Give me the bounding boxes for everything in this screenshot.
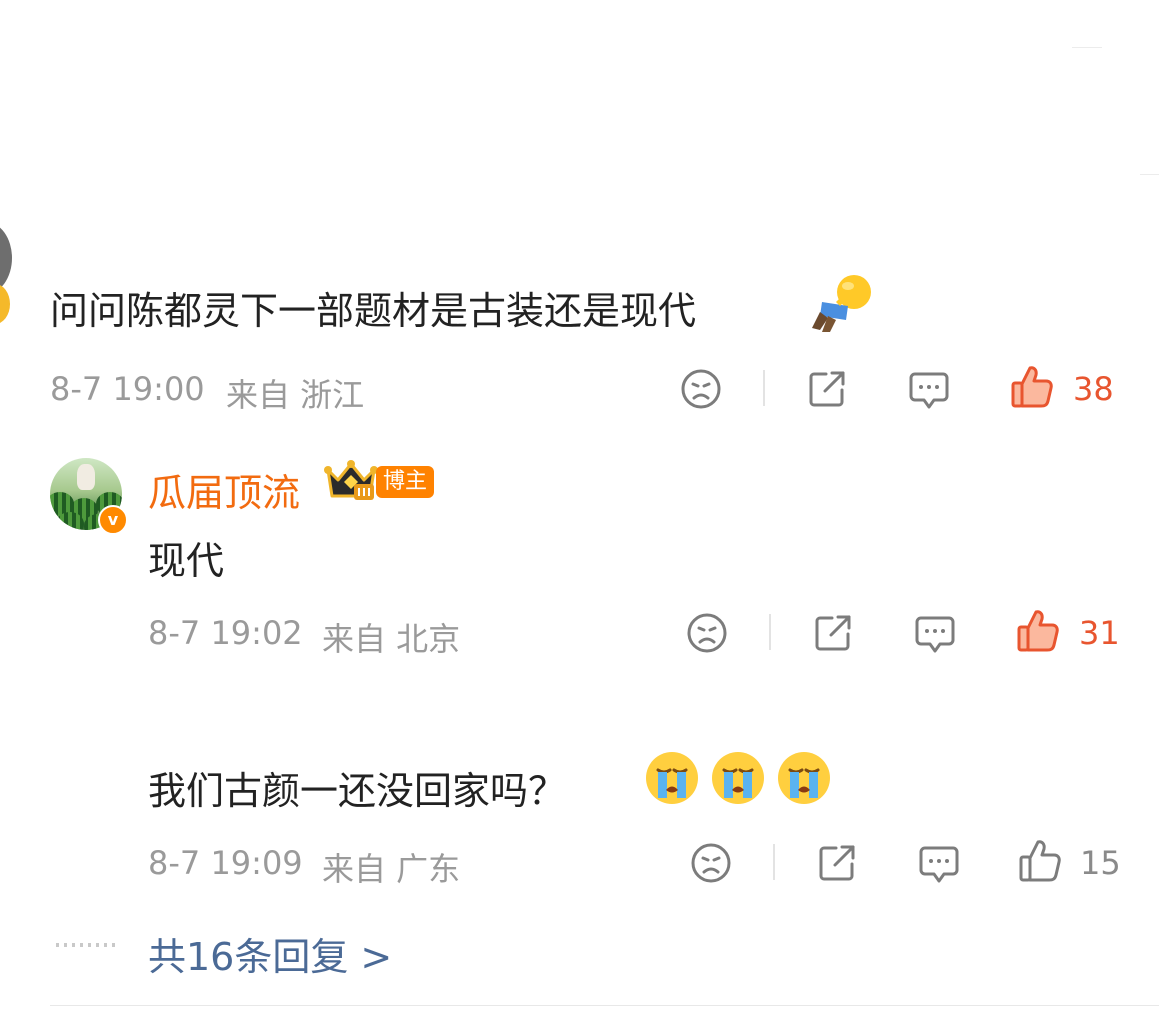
reply-location: 来自 广东 bbox=[322, 850, 461, 888]
side-divider bbox=[1140, 174, 1159, 175]
top-divider bbox=[1072, 47, 1102, 48]
like-count: 31 bbox=[1079, 614, 1120, 652]
dislike-face-icon[interactable] bbox=[680, 368, 722, 410]
crying-face-emoji bbox=[644, 750, 700, 808]
crying-face-emoji bbox=[710, 750, 766, 808]
share-icon[interactable] bbox=[806, 368, 848, 410]
comment-location: 来自 浙江 bbox=[226, 376, 365, 414]
crying-face-emoji bbox=[776, 750, 832, 808]
more-replies-link[interactable]: 共16条回复 > bbox=[148, 926, 392, 981]
dislike-face-icon[interactable] bbox=[686, 612, 728, 654]
like-thumb-icon[interactable] bbox=[1018, 838, 1062, 884]
action-divider bbox=[773, 844, 775, 880]
avatar-partial[interactable] bbox=[0, 222, 12, 294]
reply-text: 我们古颜一还没回家吗？ bbox=[148, 769, 567, 813]
avatar-badge-partial bbox=[0, 284, 10, 324]
comment-icon[interactable] bbox=[917, 842, 961, 886]
comment-icon[interactable] bbox=[907, 368, 951, 412]
like-count: 38 bbox=[1073, 370, 1114, 408]
comment-time: 8-7 19:00 bbox=[50, 370, 205, 408]
reply-location: 来自 北京 bbox=[322, 620, 461, 658]
dotted-connector bbox=[56, 943, 116, 947]
action-divider bbox=[769, 614, 771, 650]
like-thumb-icon[interactable] bbox=[1010, 364, 1054, 410]
reply-time: 8-7 19:02 bbox=[148, 614, 303, 652]
blogger-badge: 博主 bbox=[376, 466, 434, 498]
reply-time: 8-7 19:09 bbox=[148, 844, 303, 882]
reply-text: 现代 bbox=[148, 539, 225, 583]
comment-icon[interactable] bbox=[913, 612, 957, 656]
verified-badge-icon: v bbox=[98, 505, 128, 535]
comment-text: 问问陈都灵下一部题材是古装还是现代 bbox=[50, 289, 697, 333]
share-icon[interactable] bbox=[812, 612, 854, 654]
crown-rank-icon bbox=[322, 458, 380, 502]
like-thumb-icon[interactable] bbox=[1016, 608, 1060, 654]
dislike-face-icon[interactable] bbox=[690, 842, 732, 884]
username[interactable]: 瓜届顶流 bbox=[148, 462, 300, 517]
bottom-divider bbox=[50, 1005, 1159, 1006]
action-divider bbox=[763, 370, 765, 406]
flying-person-emoji bbox=[808, 272, 874, 334]
like-count: 15 bbox=[1080, 844, 1121, 882]
share-icon[interactable] bbox=[816, 842, 858, 884]
